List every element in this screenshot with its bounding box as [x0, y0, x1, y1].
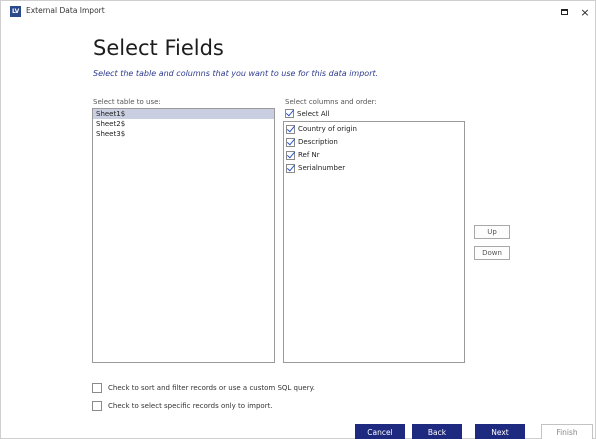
next-button[interactable]: Next: [475, 424, 525, 439]
table-item-sheet2[interactable]: Sheet2$: [93, 119, 274, 129]
column-item-serialnumber[interactable]: Serialnumber: [284, 162, 464, 174]
table-list[interactable]: Sheet1$ Sheet2$ Sheet3$: [92, 108, 275, 363]
app-icon: LV: [10, 6, 21, 17]
column-item-description[interactable]: Description: [284, 136, 464, 148]
columns-list-label: Select columns and order:: [285, 98, 377, 106]
maximize-icon: [560, 9, 568, 15]
column-checkbox[interactable]: [286, 163, 295, 173]
title-bar: LV External Data Import ×: [1, 1, 595, 23]
column-checkbox[interactable]: [286, 150, 295, 160]
specific-records-label: Check to select specific records only to…: [108, 402, 273, 410]
page-subtitle: Select the table and columns that you wa…: [93, 69, 379, 78]
table-item-sheet3[interactable]: Sheet3$: [93, 129, 274, 139]
move-up-button[interactable]: Up: [474, 225, 510, 239]
maximize-button[interactable]: [557, 5, 571, 19]
close-icon: ×: [580, 5, 590, 19]
table-item-sheet1[interactable]: Sheet1$: [93, 109, 274, 119]
column-label: Ref Nr: [298, 151, 320, 159]
select-all-label: Select All: [297, 109, 330, 118]
custom-sql-checkbox[interactable]: [92, 383, 102, 393]
column-label: Serialnumber: [298, 164, 346, 172]
custom-sql-label: Check to sort and filter records or use …: [108, 384, 315, 392]
column-label: Country of origin: [298, 125, 357, 133]
column-item-ref-nr[interactable]: Ref Nr: [284, 149, 464, 161]
custom-sql-option[interactable]: Check to sort and filter records or use …: [92, 383, 315, 393]
finish-button[interactable]: Finish: [541, 424, 593, 439]
columns-list[interactable]: Country of origin Description Ref Nr Ser…: [283, 121, 465, 363]
move-down-button[interactable]: Down: [474, 246, 510, 260]
column-item-country-of-origin[interactable]: Country of origin: [284, 123, 464, 135]
back-button[interactable]: Back: [412, 424, 462, 439]
column-checkbox[interactable]: [286, 137, 295, 147]
specific-records-checkbox[interactable]: [92, 401, 102, 411]
close-button[interactable]: ×: [578, 5, 592, 19]
cancel-button[interactable]: Cancel: [355, 424, 405, 439]
external-data-import-window: LV External Data Import × Select Fields …: [0, 0, 596, 439]
column-label: Description: [298, 138, 338, 146]
table-list-label: Select table to use:: [93, 98, 161, 106]
page-title: Select Fields: [93, 36, 224, 60]
specific-records-option[interactable]: Check to select specific records only to…: [92, 401, 273, 411]
column-checkbox[interactable]: [286, 124, 295, 134]
select-all-checkbox[interactable]: [285, 109, 294, 118]
select-all-row[interactable]: Select All: [285, 109, 330, 118]
window-title: External Data Import: [26, 6, 105, 15]
